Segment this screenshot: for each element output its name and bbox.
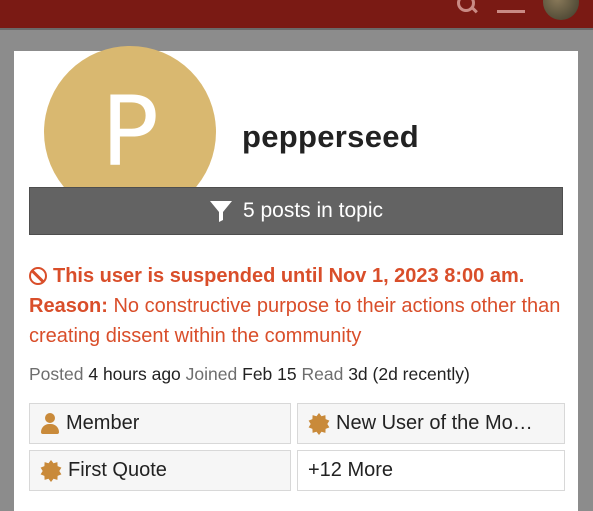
joined-value: Feb 15	[242, 364, 297, 384]
menu-icon[interactable]	[497, 0, 525, 13]
more-badges-label: +12 More	[308, 459, 394, 481]
filter-icon	[209, 199, 233, 223]
ban-icon	[29, 267, 47, 285]
avatar-letter: P	[101, 76, 159, 188]
person-icon	[40, 412, 60, 435]
more-badges-button[interactable]: +12 More	[297, 450, 565, 491]
posted-label: Posted	[29, 364, 84, 384]
reason-label: Reason:	[29, 295, 108, 317]
header-icons	[457, 0, 579, 20]
joined-label: Joined	[185, 364, 238, 384]
reason-text: No constructive purpose to their actions…	[29, 295, 561, 347]
suspension-notice: This user is suspended until Nov 1, 2023…	[29, 261, 569, 351]
suspension-headline: This user is suspended until Nov 1, 2023…	[29, 261, 569, 291]
certificate-icon	[308, 412, 330, 435]
site-header	[0, 0, 593, 30]
posted-value: 4 hours ago	[88, 364, 181, 384]
filter-label: 5 posts in topic	[242, 199, 384, 222]
badge-new-user-of-month[interactable]: New User of the Mo…	[297, 403, 565, 444]
badge-label: First Quote	[68, 459, 167, 481]
badge-first-quote[interactable]: First Quote	[29, 450, 291, 491]
user-stats: Posted 4 hours ago Joined Feb 15 Read 3d…	[29, 364, 470, 385]
search-icon[interactable]	[457, 0, 479, 18]
filter-posts-button[interactable]: 5 posts in topic	[29, 187, 563, 235]
suspension-reason: Reason: No constructive purpose to their…	[29, 291, 569, 351]
badge-grid: Member New User of the Mo… First Quote +…	[29, 403, 565, 491]
certificate-icon	[40, 459, 62, 482]
badge-label: New User of the Mo…	[336, 412, 533, 434]
read-value: 3d (2d recently)	[348, 364, 470, 384]
current-user-avatar[interactable]	[543, 0, 579, 20]
username[interactable]: pepperseed	[242, 119, 419, 155]
suspension-headline-text: This user is suspended until Nov 1, 2023…	[53, 265, 525, 287]
badge-label: Member	[66, 412, 140, 434]
badge-member[interactable]: Member	[29, 403, 291, 444]
read-label: Read	[301, 364, 344, 384]
